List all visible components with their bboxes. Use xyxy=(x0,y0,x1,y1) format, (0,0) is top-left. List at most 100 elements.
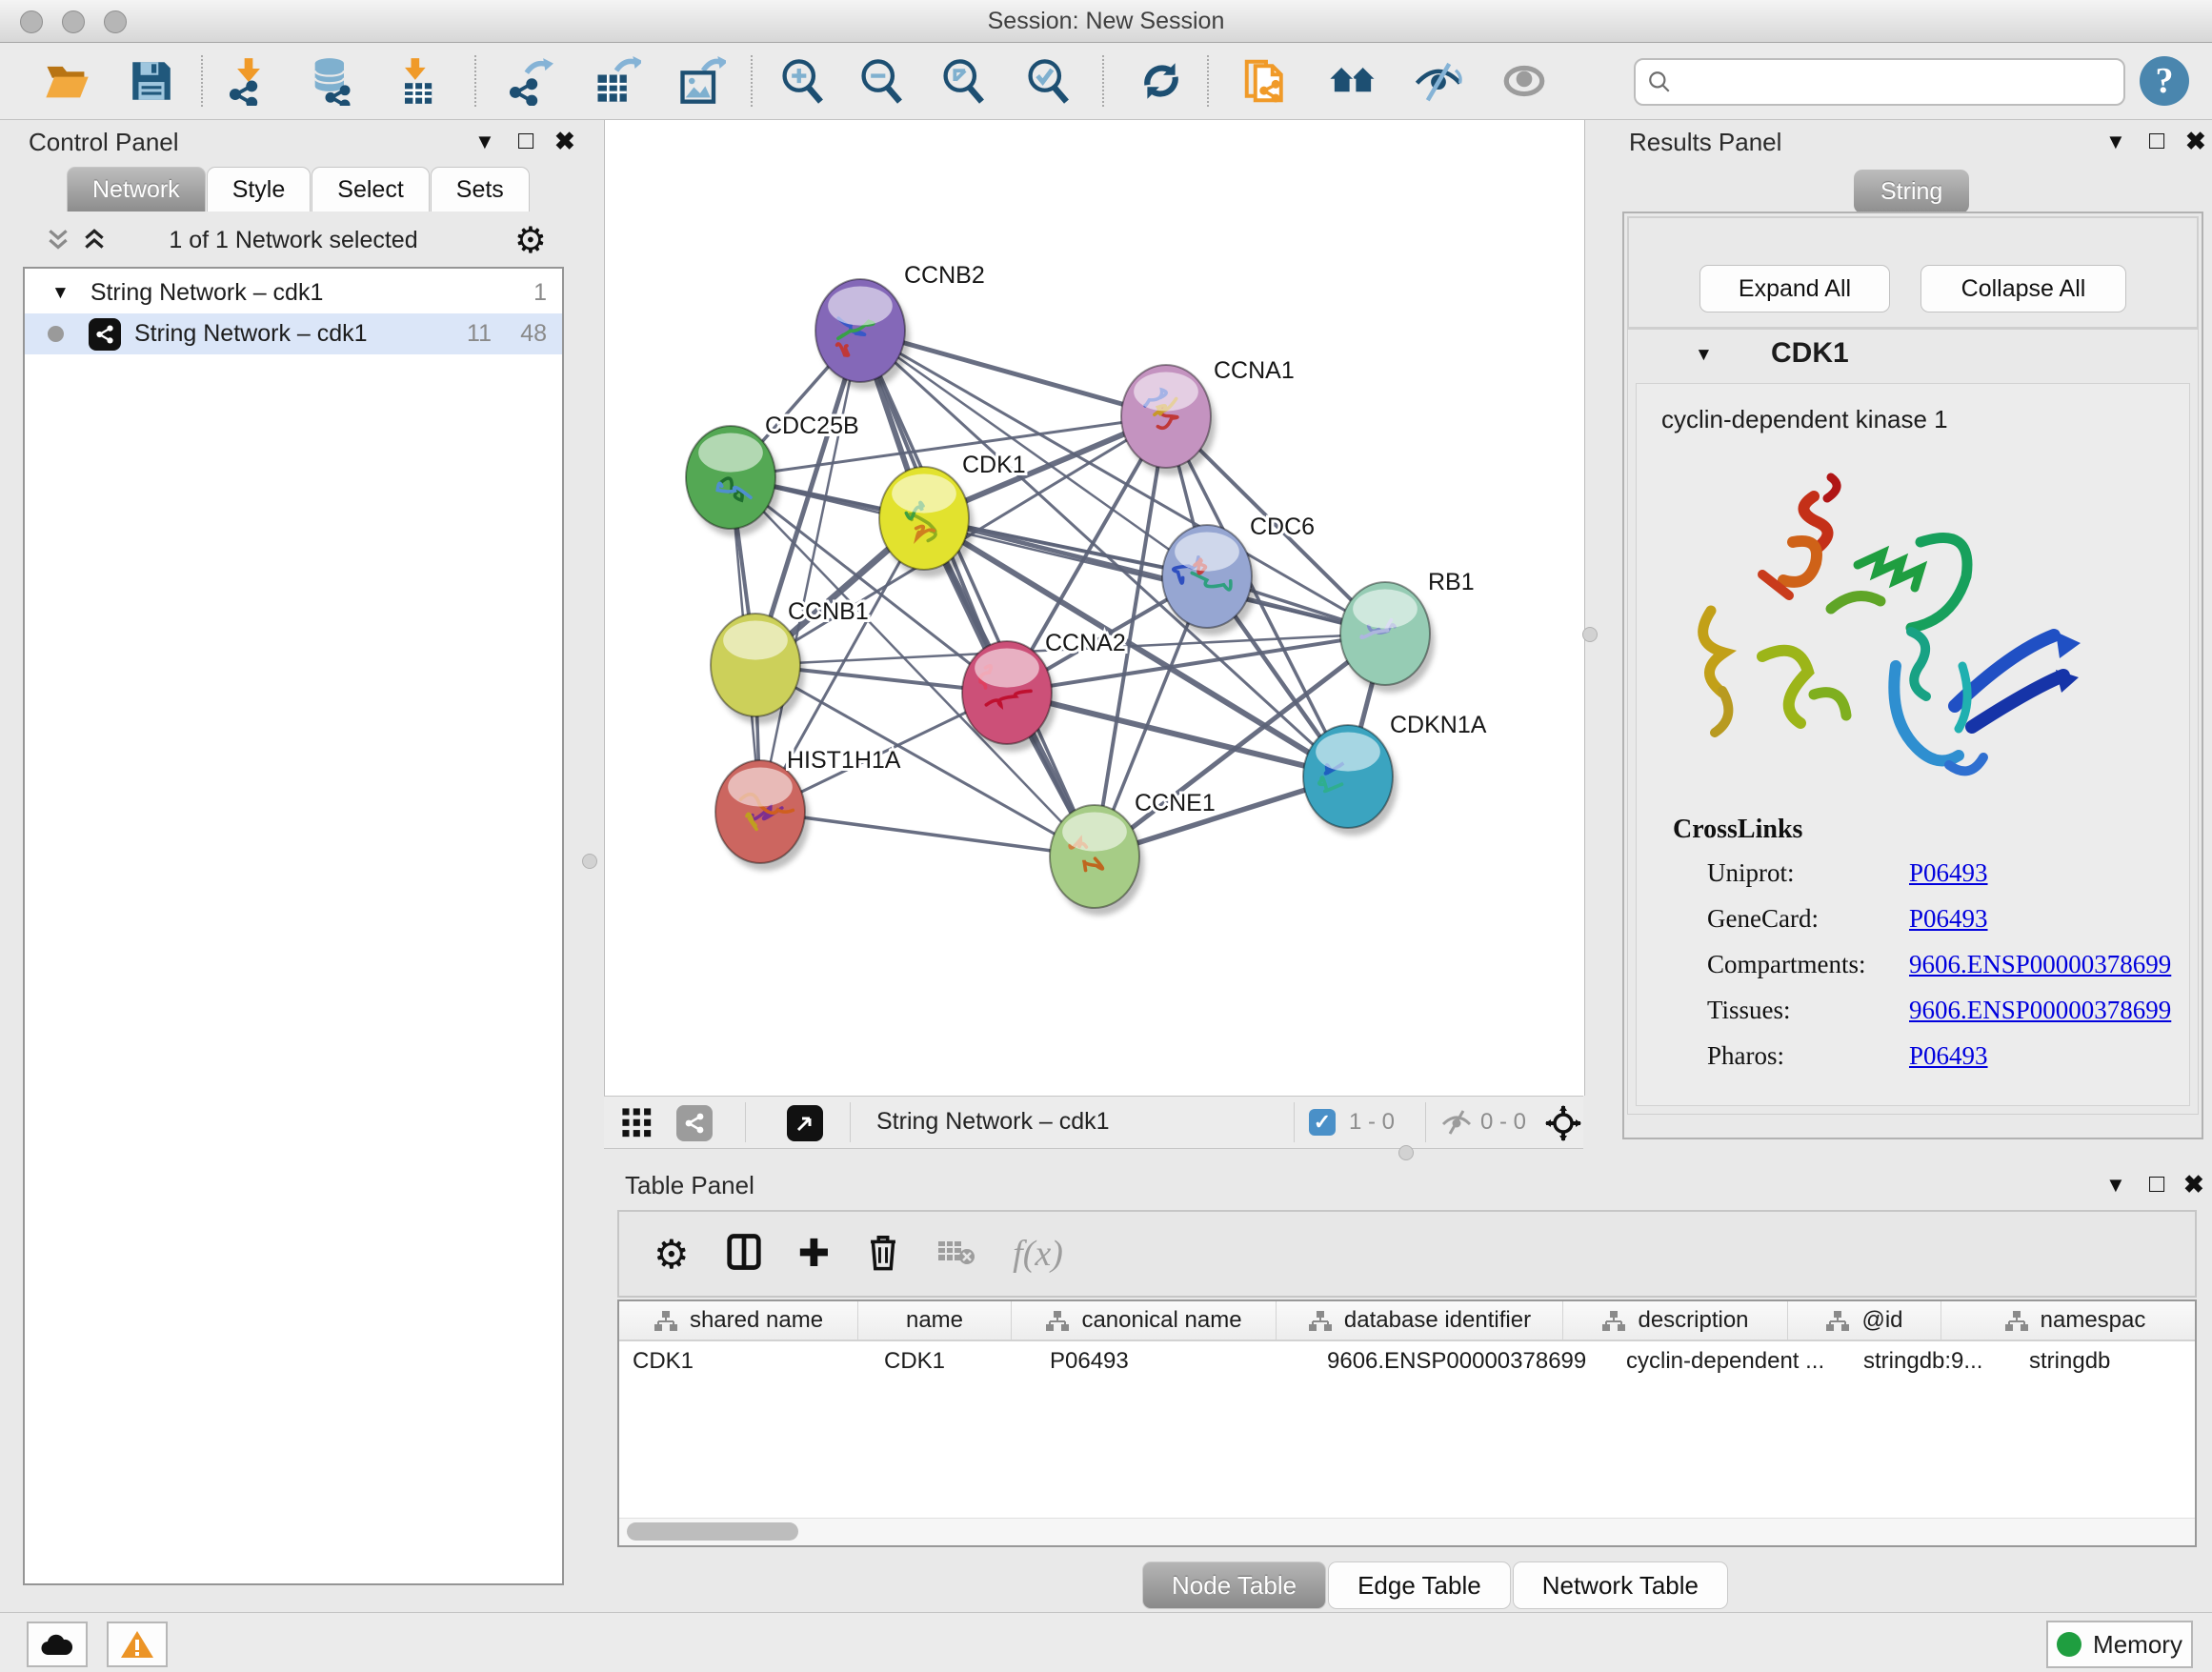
zoom-fit-button[interactable] xyxy=(935,53,991,109)
crosslink-link[interactable]: 9606.ENSP00000378699 xyxy=(1909,950,2171,979)
node-HIST1H1A[interactable]: HIST1H1A xyxy=(715,747,901,871)
node-CDC25B[interactable]: CDC25B xyxy=(686,413,859,536)
apply-style-button[interactable] xyxy=(1134,53,1189,109)
column-header-label: canonical name xyxy=(1081,1307,1241,1334)
edge-HIST1H1A-CCNE1[interactable] xyxy=(760,812,1095,856)
section-expanded-icon[interactable]: ▼ xyxy=(1695,345,1713,366)
zoom-in-button[interactable] xyxy=(774,53,830,109)
tab-edge-table[interactable]: Edge Table xyxy=(1328,1561,1511,1609)
table-cell[interactable]: stringdb xyxy=(2016,1341,2197,1381)
export-table-button[interactable] xyxy=(589,53,644,109)
column-header-description[interactable]: description xyxy=(1563,1301,1788,1340)
table-options-gear-icon[interactable]: ⚙ xyxy=(654,1231,690,1278)
crosslink-link[interactable]: P06493 xyxy=(1909,858,1988,888)
close-panel-icon[interactable]: ✖ xyxy=(2185,127,2206,156)
collapse-panel-icon[interactable]: ▼ xyxy=(2105,1173,2126,1198)
column-header-name[interactable]: name xyxy=(858,1301,1012,1340)
table-cell[interactable]: CDK1 xyxy=(871,1341,1036,1381)
hide-glass-button[interactable] xyxy=(1411,53,1466,109)
node-table[interactable]: shared namename canonical name database id… xyxy=(617,1299,2197,1547)
close-panel-icon[interactable]: ✖ xyxy=(554,127,575,156)
string-import-button[interactable] xyxy=(1238,53,1294,109)
toolbar-search[interactable] xyxy=(1634,58,2125,106)
tab-select[interactable]: Select xyxy=(312,167,429,212)
export-image-button[interactable] xyxy=(674,53,729,109)
column-header-canonical-name[interactable]: canonical name xyxy=(1012,1301,1277,1340)
node-CDC6[interactable]: CDC6 xyxy=(1162,514,1315,635)
string-home-button[interactable] xyxy=(1325,53,1380,109)
column-header-shared-name[interactable]: shared name xyxy=(619,1301,858,1340)
column-header-@id[interactable]: @id xyxy=(1788,1301,1941,1340)
node-CCNB2[interactable]: CCNB2 xyxy=(815,262,985,390)
collapse-panel-icon[interactable]: ▼ xyxy=(2105,130,2126,154)
tab-string[interactable]: String xyxy=(1854,170,1969,213)
table-cell[interactable]: CDK1 xyxy=(619,1341,871,1381)
table-cell[interactable]: cyclin-dependent ... xyxy=(1613,1341,1850,1381)
collapse-panel-icon[interactable]: ▼ xyxy=(474,130,495,154)
import-network-from-database-button[interactable] xyxy=(304,53,359,109)
import-table-button[interactable] xyxy=(390,53,445,109)
save-session-button[interactable] xyxy=(124,53,179,109)
memory-button[interactable]: Memory xyxy=(2046,1621,2193,1668)
node-CCNA2[interactable]: CCNA2 xyxy=(962,630,1126,752)
crosslink-link[interactable]: 9606.ENSP00000378699 xyxy=(1909,996,2171,1025)
open-session-button[interactable] xyxy=(39,53,94,109)
scrollbar-thumb[interactable] xyxy=(627,1522,798,1541)
network-share-icon[interactable] xyxy=(676,1105,713,1141)
grid-view-icon[interactable] xyxy=(621,1107,654,1144)
zoom-out-button[interactable] xyxy=(854,53,909,109)
node-RB1[interactable]: RB1 xyxy=(1340,569,1475,693)
column-header-namespac[interactable]: namespac xyxy=(1941,1301,2197,1340)
show-columns-icon[interactable] xyxy=(726,1233,762,1276)
node-label: CDC6 xyxy=(1250,514,1315,540)
table-cell[interactable]: stringdb:9... xyxy=(1850,1341,2016,1381)
float-panel-icon[interactable]: □ xyxy=(2149,1169,2164,1199)
cloud-button[interactable] xyxy=(27,1622,88,1667)
help-button[interactable]: ? xyxy=(2140,56,2189,106)
warning-button[interactable] xyxy=(107,1622,168,1667)
search-input[interactable] xyxy=(1681,68,2085,96)
export-network-button[interactable] xyxy=(501,53,556,109)
network-collection-row[interactable]: ▼ String Network – cdk1 1 xyxy=(25,272,562,313)
close-panel-icon[interactable]: ✖ xyxy=(2183,1170,2204,1199)
network-graph[interactable]: CCNB2CCNA1CDC25BCDK1CDC6RB1CCNB1CCNA2CDK… xyxy=(605,120,1584,1096)
node-CDKN1A[interactable]: CDKN1A xyxy=(1303,712,1487,836)
tab-network[interactable]: Network xyxy=(67,167,206,212)
selected-checkbox-icon[interactable]: ✓ xyxy=(1309,1109,1336,1136)
crosslink-link[interactable]: P06493 xyxy=(1909,904,1988,934)
tab-style[interactable]: Style xyxy=(207,167,312,212)
expand-all-button[interactable]: Expand All xyxy=(1699,265,1890,312)
edge-CDK1-RB1[interactable] xyxy=(924,518,1385,634)
tab-sets[interactable]: Sets xyxy=(431,167,530,212)
table-horizontal-scrollbar[interactable] xyxy=(619,1518,2195,1545)
column-header-database-identifier[interactable]: database identifier xyxy=(1277,1301,1563,1340)
float-panel-icon[interactable]: □ xyxy=(518,126,533,155)
network-canvas[interactable]: CCNB2CCNA1CDC25BCDK1CDC6RB1CCNB1CCNA2CDK… xyxy=(604,120,1585,1096)
crosslink-link[interactable]: P06493 xyxy=(1909,1041,1988,1071)
table-cell[interactable]: P06493 xyxy=(1036,1341,1314,1381)
left-splitter-handle[interactable] xyxy=(582,854,597,869)
gene-section-header[interactable]: ▼ CDK1 xyxy=(1628,330,2198,381)
node-label: CCNE1 xyxy=(1135,790,1216,816)
float-panel-icon[interactable]: □ xyxy=(2149,126,2164,155)
tree-expanded-icon[interactable]: ▼ xyxy=(51,283,70,304)
create-column-plus-icon[interactable]: ✚ xyxy=(798,1232,831,1276)
show-glass-button[interactable] xyxy=(1497,53,1552,109)
fit-content-crosshair-icon[interactable] xyxy=(1545,1105,1581,1146)
network-options-gear-icon[interactable]: ⚙ xyxy=(514,219,547,262)
crosslink-row: Compartments:9606.ENSP00000378699 xyxy=(1673,950,2171,979)
zoom-selected-button[interactable] xyxy=(1020,53,1076,109)
node-label: RB1 xyxy=(1428,569,1475,595)
collapse-all-button[interactable]: Collapse All xyxy=(1920,265,2126,312)
table-row[interactable]: CDK1CDK1P064939606.ENSP00000378699cyclin… xyxy=(619,1341,2195,1381)
birdseye-view-icon[interactable] xyxy=(787,1105,823,1141)
table-cell[interactable]: 9606.ENSP00000378699 xyxy=(1314,1341,1613,1381)
tab-node-table[interactable]: Node Table xyxy=(1142,1561,1326,1609)
edge-CCNB2-CCNE1[interactable] xyxy=(860,331,1095,856)
edge-CCNB2-HIST1H1A[interactable] xyxy=(760,331,860,812)
crosslink-label: Pharos: xyxy=(1707,1041,1909,1071)
import-network-button[interactable] xyxy=(221,53,276,109)
delete-column-trash-icon[interactable] xyxy=(866,1233,900,1276)
tab-network-table[interactable]: Network Table xyxy=(1513,1561,1728,1609)
network-row[interactable]: String Network – cdk1 11 48 xyxy=(25,313,562,354)
